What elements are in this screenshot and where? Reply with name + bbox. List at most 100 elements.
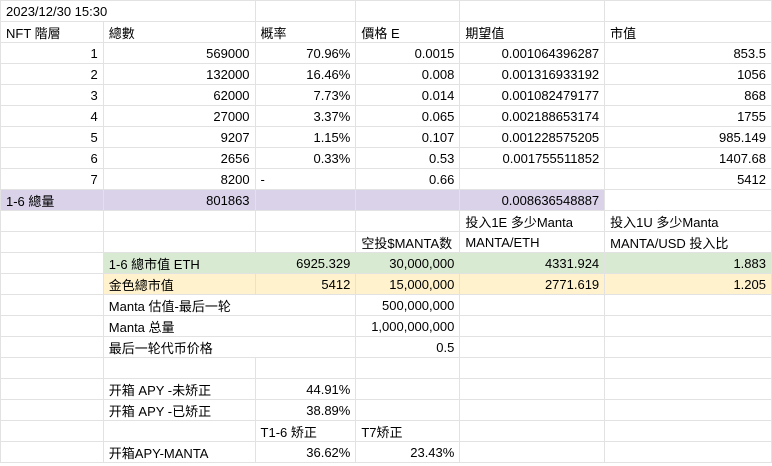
empty-cell[interactable] xyxy=(0,252,104,274)
empty-cell[interactable] xyxy=(355,189,461,211)
probability-cell[interactable]: - xyxy=(254,168,357,190)
header-total[interactable]: 總數 xyxy=(102,21,256,43)
empty-cell[interactable] xyxy=(604,315,772,337)
price-cell[interactable]: 0.008 xyxy=(355,63,461,85)
empty-cell[interactable] xyxy=(459,441,606,463)
invest-per-usd-header[interactable]: 投入1U 多少Manta xyxy=(604,210,772,232)
manta-info-label[interactable]: 最后一轮代币价格 xyxy=(102,336,357,358)
manta-eth-header[interactable]: MANTA/ETH xyxy=(459,231,606,253)
manta-info-label[interactable]: Manta 估值-最后一轮 xyxy=(102,294,357,316)
airdrop-value[interactable]: 30,000,000 xyxy=(355,252,461,274)
apy-corrected-value[interactable]: 38.89% xyxy=(254,399,357,421)
gold-market-cap-value[interactable]: 5412 xyxy=(254,273,357,295)
apy-t7-header[interactable]: T7矫正 xyxy=(355,420,461,442)
total-cell[interactable]: 8200 xyxy=(102,168,256,190)
market-value-cell[interactable]: 1755 xyxy=(604,105,772,127)
empty-cell[interactable] xyxy=(604,420,772,442)
total-row-count[interactable]: 801863 xyxy=(102,189,256,211)
manta-info-label[interactable]: Manta 总量 xyxy=(102,315,357,337)
apy-t16-header[interactable]: T1-6 矫正 xyxy=(254,420,357,442)
empty-cell[interactable] xyxy=(459,0,606,22)
empty-cell[interactable] xyxy=(0,210,104,232)
total-cell[interactable]: 132000 xyxy=(102,63,256,85)
market-value-cell[interactable]: 5412 xyxy=(604,168,772,190)
empty-cell[interactable] xyxy=(459,336,606,358)
expected-value-cell[interactable]: 0.001228575205 xyxy=(459,126,606,148)
empty-cell[interactable] xyxy=(254,231,357,253)
empty-cell[interactable] xyxy=(0,399,104,421)
manta-info-value[interactable]: 500,000,000 xyxy=(355,294,461,316)
empty-cell[interactable] xyxy=(102,420,256,442)
probability-cell[interactable]: 70.96% xyxy=(254,42,357,64)
total-cell[interactable]: 2656 xyxy=(102,147,256,169)
empty-cell[interactable] xyxy=(254,189,357,211)
ratio-value[interactable]: 1.883 xyxy=(604,252,772,274)
total-cell[interactable]: 62000 xyxy=(102,84,256,106)
empty-cell[interactable] xyxy=(355,378,461,400)
market-value-cell[interactable]: 868 xyxy=(604,84,772,106)
apy-manta-t16-value[interactable]: 36.62% xyxy=(254,441,357,463)
gold-market-cap-label[interactable]: 金色總市值 xyxy=(102,273,256,295)
tier-cell[interactable]: 2 xyxy=(0,63,104,85)
timestamp-cell[interactable]: 2023/12/30 15:30 xyxy=(0,0,256,22)
tier-cell[interactable]: 1 xyxy=(0,42,104,64)
empty-cell[interactable] xyxy=(604,294,772,316)
empty-cell[interactable] xyxy=(459,420,606,442)
expected-value-cell[interactable] xyxy=(459,168,606,190)
probability-cell[interactable]: 16.46% xyxy=(254,63,357,85)
market-cap-eth-value[interactable]: 6925.329 xyxy=(254,252,357,274)
empty-cell[interactable] xyxy=(0,273,104,295)
market-cap-eth-label[interactable]: 1-6 總市值 ETH xyxy=(102,252,256,274)
empty-cell[interactable] xyxy=(459,315,606,337)
probability-cell[interactable]: 0.33% xyxy=(254,147,357,169)
empty-cell[interactable] xyxy=(604,357,772,379)
apy-uncorrected-value[interactable]: 44.91% xyxy=(254,378,357,400)
manta-eth-value[interactable]: 2771.619 xyxy=(459,273,606,295)
empty-cell[interactable] xyxy=(604,189,772,211)
price-cell[interactable]: 0.014 xyxy=(355,84,461,106)
price-cell[interactable]: 0.53 xyxy=(355,147,461,169)
empty-cell[interactable] xyxy=(102,231,256,253)
empty-cell[interactable] xyxy=(355,357,461,379)
tier-cell[interactable]: 5 xyxy=(0,126,104,148)
expected-value-cell[interactable]: 0.001082479177 xyxy=(459,84,606,106)
price-cell[interactable]: 0.66 xyxy=(355,168,461,190)
total-cell[interactable]: 569000 xyxy=(102,42,256,64)
empty-cell[interactable] xyxy=(0,315,104,337)
empty-cell[interactable] xyxy=(254,0,357,22)
apy-uncorrected-label[interactable]: 开箱 APY -未矫正 xyxy=(102,378,256,400)
price-cell[interactable]: 0.107 xyxy=(355,126,461,148)
manta-info-value[interactable]: 0.5 xyxy=(355,336,461,358)
total-row-label[interactable]: 1-6 總量 xyxy=(0,189,104,211)
empty-cell[interactable] xyxy=(0,357,104,379)
empty-cell[interactable] xyxy=(0,378,104,400)
empty-cell[interactable] xyxy=(0,336,104,358)
empty-cell[interactable] xyxy=(0,231,104,253)
empty-cell[interactable] xyxy=(604,399,772,421)
empty-cell[interactable] xyxy=(604,336,772,358)
airdrop-value[interactable]: 15,000,000 xyxy=(355,273,461,295)
empty-cell[interactable] xyxy=(355,210,461,232)
total-cell[interactable]: 27000 xyxy=(102,105,256,127)
market-value-cell[interactable]: 1407.68 xyxy=(604,147,772,169)
tier-cell[interactable]: 4 xyxy=(0,105,104,127)
header-price[interactable]: 價格 E xyxy=(355,21,461,43)
header-tier[interactable]: NFT 階層 xyxy=(0,21,104,43)
manta-usd-header[interactable]: MANTA/USD 投入比 xyxy=(604,231,772,253)
empty-cell[interactable] xyxy=(254,210,357,232)
ratio-value[interactable]: 1.205 xyxy=(604,273,772,295)
empty-cell[interactable] xyxy=(459,399,606,421)
probability-cell[interactable]: 7.73% xyxy=(254,84,357,106)
probability-cell[interactable]: 3.37% xyxy=(254,105,357,127)
empty-cell[interactable] xyxy=(355,399,461,421)
apy-manta-label[interactable]: 开箱APY-MANTA xyxy=(102,441,256,463)
expected-value-cell[interactable]: 0.001316933192 xyxy=(459,63,606,85)
empty-cell[interactable] xyxy=(459,294,606,316)
empty-cell[interactable] xyxy=(102,210,256,232)
manta-info-value[interactable]: 1,000,000,000 xyxy=(355,315,461,337)
tier-cell[interactable]: 6 xyxy=(0,147,104,169)
empty-cell[interactable] xyxy=(0,294,104,316)
empty-cell[interactable] xyxy=(459,357,606,379)
market-value-cell[interactable]: 985.149 xyxy=(604,126,772,148)
market-value-cell[interactable]: 1056 xyxy=(604,63,772,85)
